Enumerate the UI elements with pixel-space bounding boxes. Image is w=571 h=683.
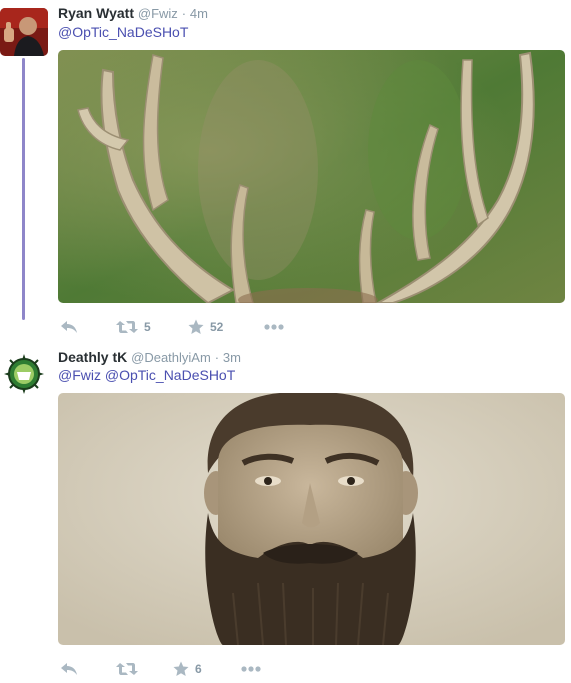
avatar-ryan-wyatt[interactable]	[0, 8, 48, 56]
favorite-count: 6	[195, 662, 202, 676]
tweet-media-image[interactable]	[58, 393, 565, 645]
reply-button[interactable]	[60, 659, 78, 679]
tweet-header: Deathly tK @DeathlyiAm · 3m	[58, 348, 241, 367]
more-button[interactable]	[264, 317, 284, 337]
reply-button[interactable]	[60, 317, 78, 337]
bearded-man-portrait-photo	[58, 393, 565, 645]
fullname[interactable]: Deathly tK	[58, 349, 127, 365]
thread-connector-line	[22, 58, 25, 320]
deer-antlers-photo	[58, 50, 565, 303]
username[interactable]: @DeathlyiAm	[131, 350, 211, 365]
tweet-media-image[interactable]	[58, 50, 565, 303]
separator: ·	[214, 350, 220, 365]
retweet-count: 5	[144, 320, 151, 334]
more-icon	[241, 666, 261, 672]
reply-icon	[60, 320, 78, 334]
fullname[interactable]: Ryan Wyatt	[58, 5, 134, 21]
mention-link[interactable]: @Fwiz	[58, 367, 101, 383]
tweet-actions: 6	[58, 659, 318, 679]
mention-link[interactable]: @OpTic_NaDeSHoT	[58, 24, 188, 40]
tweet-text: @Fwiz @OpTic_NaDeSHoT	[58, 366, 235, 384]
favorite-count: 52	[210, 320, 224, 334]
avatar-deathly-tk[interactable]	[0, 350, 48, 398]
favorite-button[interactable]: 6	[173, 659, 202, 679]
tweet-1[interactable]: Ryan Wyatt @Fwiz · 4m @OpTic_NaDeSHoT 5 …	[0, 0, 571, 340]
tweet-header: Ryan Wyatt @Fwiz · 4m	[58, 4, 208, 23]
favorite-button[interactable]: 52	[188, 317, 223, 337]
more-icon	[264, 324, 284, 330]
tweet-2[interactable]: Deathly tK @DeathlyiAm · 3m @Fwiz @OpTic…	[0, 340, 571, 683]
username[interactable]: @Fwiz	[138, 6, 178, 21]
timestamp[interactable]: 3m	[223, 350, 241, 365]
more-button[interactable]	[241, 659, 261, 679]
separator: ·	[181, 6, 187, 21]
tweet-text: @OpTic_NaDeSHoT	[58, 23, 188, 41]
retweet-button[interactable]: 5	[116, 317, 151, 337]
retweet-icon	[116, 662, 138, 676]
tweet-actions: 5 52	[58, 317, 318, 337]
star-icon	[188, 319, 204, 335]
star-icon	[173, 661, 189, 677]
retweet-button[interactable]	[116, 659, 144, 679]
mention-link[interactable]: @OpTic_NaDeSHoT	[105, 367, 235, 383]
timestamp[interactable]: 4m	[190, 6, 208, 21]
reply-icon	[60, 662, 78, 676]
retweet-icon	[116, 320, 138, 334]
